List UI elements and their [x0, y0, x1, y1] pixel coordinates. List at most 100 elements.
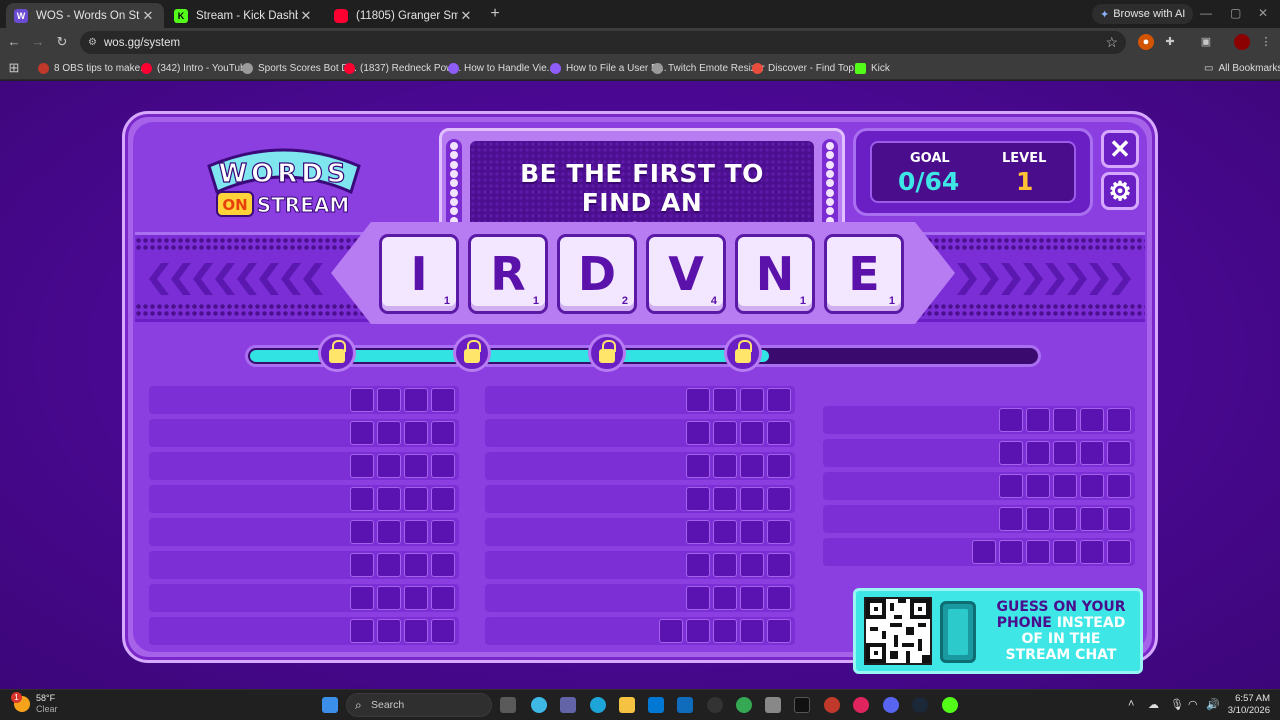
letter-tiles: I1 R1 D2 V4 N1 E1	[379, 234, 904, 314]
chevron-up-icon[interactable]: ˄	[1128, 698, 1134, 710]
sparkle-icon: ✦	[1100, 8, 1110, 21]
minimize-icon[interactable]: —	[1200, 6, 1212, 20]
letter-slot	[740, 421, 764, 445]
volume-icon[interactable]: 🔊	[1206, 698, 1220, 711]
word-slot-row	[149, 518, 459, 546]
obs-icon[interactable]	[707, 697, 723, 713]
bookmark-star-icon[interactable]: ☆	[1105, 34, 1118, 51]
settings-button[interactable]: ⚙	[1101, 172, 1139, 210]
kick-icon[interactable]	[942, 697, 958, 713]
word-slot-row	[485, 419, 795, 447]
edge-icon[interactable]	[590, 697, 606, 713]
close-tab-icon[interactable]: ✕	[458, 8, 474, 24]
word-slot-row	[149, 551, 459, 579]
bookmark-item[interactable]: Twitch Emote Resizer	[652, 60, 765, 76]
close-icon: ✕	[1109, 133, 1131, 164]
new-tab-button[interactable]: +	[486, 5, 504, 23]
maximize-icon[interactable]: ▢	[1230, 6, 1241, 20]
app-icon[interactable]	[765, 697, 781, 713]
letter-slot	[767, 520, 791, 544]
all-bookmarks-label: All Bookmarks	[1218, 62, 1280, 74]
bookmark-item[interactable]: (1837) Redneck Pow...	[344, 60, 461, 76]
all-bookmarks-button[interactable]: ▭ All Bookmarks	[1204, 60, 1280, 76]
outlook-icon[interactable]	[677, 697, 693, 713]
teams-icon[interactable]	[560, 697, 576, 713]
avatar[interactable]	[1234, 34, 1250, 50]
puzzle-icon[interactable]: ✚	[1162, 34, 1178, 50]
reload-icon[interactable]: ↻	[54, 34, 70, 50]
bookmark-label: Kick	[871, 62, 890, 74]
letter-slot	[1080, 441, 1104, 465]
tab-youtube[interactable]: (11805) Granger Smith - That's ✕	[326, 3, 482, 28]
browse-with-ai-button[interactable]: ✦ Browse with AI	[1092, 4, 1194, 24]
word-slot-row	[485, 617, 795, 645]
bookmark-item[interactable]: Sports Scores Bot D...	[242, 60, 357, 76]
bookmark-item[interactable]: How to File a User R...	[550, 60, 667, 76]
copilot-icon[interactable]	[531, 697, 547, 713]
taskbar-search[interactable]: ⌕ Search	[346, 693, 492, 717]
file-explorer-icon[interactable]	[619, 697, 635, 713]
word-slot-row	[485, 518, 795, 546]
steam-icon[interactable]	[912, 697, 928, 713]
bookmark-item[interactable]: How to Handle Vie...	[448, 60, 555, 76]
weather-desc: Clear	[36, 704, 58, 714]
chrome-icon[interactable]	[736, 697, 752, 713]
task-view-icon[interactable]	[500, 697, 516, 713]
forward-icon[interactable]: →	[30, 34, 46, 50]
letter-slot	[377, 586, 401, 610]
qr-code[interactable]	[864, 597, 932, 665]
network-icon[interactable]: ☁	[1148, 698, 1159, 711]
logo-stream-text: STREAM	[257, 193, 350, 217]
bookmark-item[interactable]: Discover - Find Top...	[752, 60, 862, 76]
terminal-icon[interactable]	[794, 697, 810, 713]
apps-grid-icon[interactable]: ⊞	[6, 60, 22, 76]
url-field[interactable]: ⚙ wos.gg/system ☆	[80, 31, 1126, 54]
qr-line-3: OF IN THE	[1021, 631, 1101, 647]
letter-slot	[431, 586, 455, 610]
game-app-icon[interactable]	[824, 697, 840, 713]
letter-slot	[713, 454, 737, 478]
youtube-icon	[344, 62, 355, 74]
letter-slot	[1053, 507, 1077, 531]
phone-icon	[940, 601, 976, 663]
url-text: wos.gg/system	[104, 36, 181, 49]
globe-icon	[652, 62, 663, 74]
letter-slot	[972, 540, 996, 564]
goal-value: 0/64	[898, 167, 960, 196]
close-button[interactable]: ✕	[1101, 130, 1139, 168]
menu-icon[interactable]: ⋮	[1258, 34, 1274, 50]
letter-tile: D2	[557, 234, 637, 314]
tile-letter: I	[410, 247, 428, 301]
windows-start-icon[interactable]	[322, 697, 338, 713]
close-window-icon[interactable]: ✕	[1258, 6, 1268, 20]
weather-widget[interactable]: 1 58°F Clear	[11, 692, 58, 715]
activity-icon[interactable]	[853, 697, 869, 713]
back-icon[interactable]: ←	[6, 34, 22, 50]
word-slot-row	[823, 439, 1135, 467]
site-info-icon[interactable]: ⚙	[88, 37, 99, 48]
word-slot-row	[823, 406, 1135, 434]
close-tab-icon[interactable]: ✕	[298, 8, 314, 24]
store-icon[interactable]	[648, 697, 664, 713]
bookmark-item[interactable]: 8 OBS tips to make...	[38, 60, 148, 76]
sidepanel-icon[interactable]: ▣	[1198, 34, 1214, 50]
twitch-icon	[550, 62, 561, 74]
letter-slot	[1107, 408, 1131, 432]
microphone-icon[interactable]: 🎙	[1170, 698, 1184, 711]
letter-tile: N1	[735, 234, 815, 314]
close-tab-icon[interactable]: ✕	[140, 8, 156, 24]
phone-guess-panel[interactable]: GUESS ON YOUR PHONE INSTEAD OF IN THE ST…	[853, 588, 1143, 674]
system-clock[interactable]: 6:57 AM 3/10/2026	[1224, 693, 1270, 717]
discord-icon[interactable]	[883, 697, 899, 713]
tab-kick[interactable]: K Stream - Kick Dashboard ✕	[166, 3, 322, 28]
extension-icon[interactable]: ●	[1138, 34, 1154, 50]
wifi-icon[interactable]: ◠	[1188, 698, 1198, 711]
tab-wos[interactable]: W WOS - Words On Stream ✕	[6, 3, 164, 28]
letter-slot	[350, 520, 374, 544]
bookmark-item[interactable]: Kick	[855, 60, 890, 76]
bookmark-item[interactable]: (342) Intro - YouTube	[141, 60, 251, 76]
letter-slot	[404, 487, 428, 511]
lock-icon	[723, 334, 762, 372]
letter-slot	[767, 619, 791, 643]
address-bar-row: ← → ↻ ⚙ wos.gg/system ☆ ● ✚ ▣ ⋮	[0, 28, 1280, 56]
